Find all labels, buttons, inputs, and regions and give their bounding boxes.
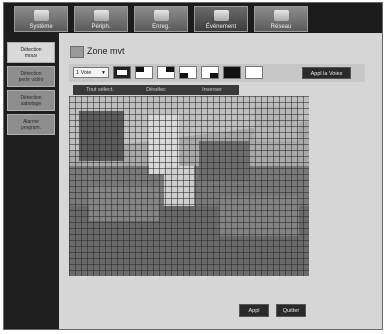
select-all-button[interactable]: Tout sélect. [73, 85, 127, 95]
tab-network[interactable]: Réseau [254, 6, 308, 32]
tab-system-label: Système [29, 24, 53, 30]
motion-zone-grid[interactable] [69, 96, 309, 276]
tab-record-label: Enreg. [152, 24, 170, 30]
top-menu-bar: Système Périph. Enreg. Événement Réseau [4, 3, 382, 33]
tab-system[interactable]: Système [14, 6, 68, 32]
tab-event-label: Événement [205, 24, 237, 30]
event-icon [214, 10, 229, 21]
main-panel: Zone mvt 1 Voie ▼ Appl la Voies Tout sél… [59, 33, 382, 329]
zone-pattern-full-button[interactable] [113, 66, 131, 79]
channel-select[interactable]: 1 Voie ▼ [73, 67, 109, 78]
sidebar-item-motion-detection[interactable]: Détection mouv [7, 42, 55, 63]
zone-toolbar: 1 Voie ▼ Appl la Voies [69, 64, 365, 82]
sidebar-item-sublabel: perte vidéo [18, 77, 44, 83]
tab-device-label: Périph. [91, 24, 111, 30]
camera-preview[interactable] [69, 96, 309, 276]
zone-icon [70, 46, 84, 58]
deselect-button[interactable]: Désélec [129, 85, 183, 95]
sidebar-item-sublabel: sabotage [20, 101, 42, 107]
sidebar-item-sublabel: mouv [24, 53, 38, 59]
chevron-down-icon: ▼ [101, 70, 106, 76]
network-icon [274, 10, 289, 21]
zone-pattern-top-left-button[interactable] [135, 66, 153, 79]
page-title: Zone mvt [87, 46, 125, 56]
tab-device[interactable]: Périph. [74, 6, 128, 32]
camera-icon [94, 10, 109, 21]
tab-network-label: Réseau [270, 24, 292, 30]
sidebar-item-tamper[interactable]: Détection sabotage [7, 90, 55, 111]
zone-pattern-top-right-button[interactable] [157, 66, 175, 79]
tab-event[interactable]: Événement [194, 6, 248, 32]
zone-pattern-bottom-left-button[interactable] [179, 66, 197, 79]
channel-select-value: 1 Voie [76, 70, 92, 76]
zone-pattern-bottom-right-button[interactable] [201, 66, 219, 79]
sidebar-item-sublabel: program. [20, 125, 41, 131]
invert-button[interactable]: Inverser [185, 85, 239, 95]
app-window: Système Périph. Enreg. Événement Réseau … [3, 2, 383, 330]
sidebar-item-alarm-schedule[interactable]: Alarme program. [7, 114, 55, 135]
sidebar: Détection mouv Détection perte vidéo Dét… [4, 33, 59, 329]
zone-pattern-all-button[interactable] [223, 66, 241, 79]
zone-pattern-clear-button[interactable] [245, 66, 263, 79]
sidebar-item-video-loss[interactable]: Détection perte vidéo [7, 66, 55, 87]
recorder-icon [154, 10, 169, 21]
monitor-icon [34, 10, 49, 21]
grid-actions-bar: Tout sélect. Désélec Inverser [73, 85, 239, 95]
cancel-button[interactable]: Quitter [276, 304, 306, 317]
ok-button[interactable]: Appl [239, 304, 269, 317]
apply-to-channels-button[interactable]: Appl la Voies [302, 67, 351, 79]
tab-record[interactable]: Enreg. [134, 6, 188, 32]
